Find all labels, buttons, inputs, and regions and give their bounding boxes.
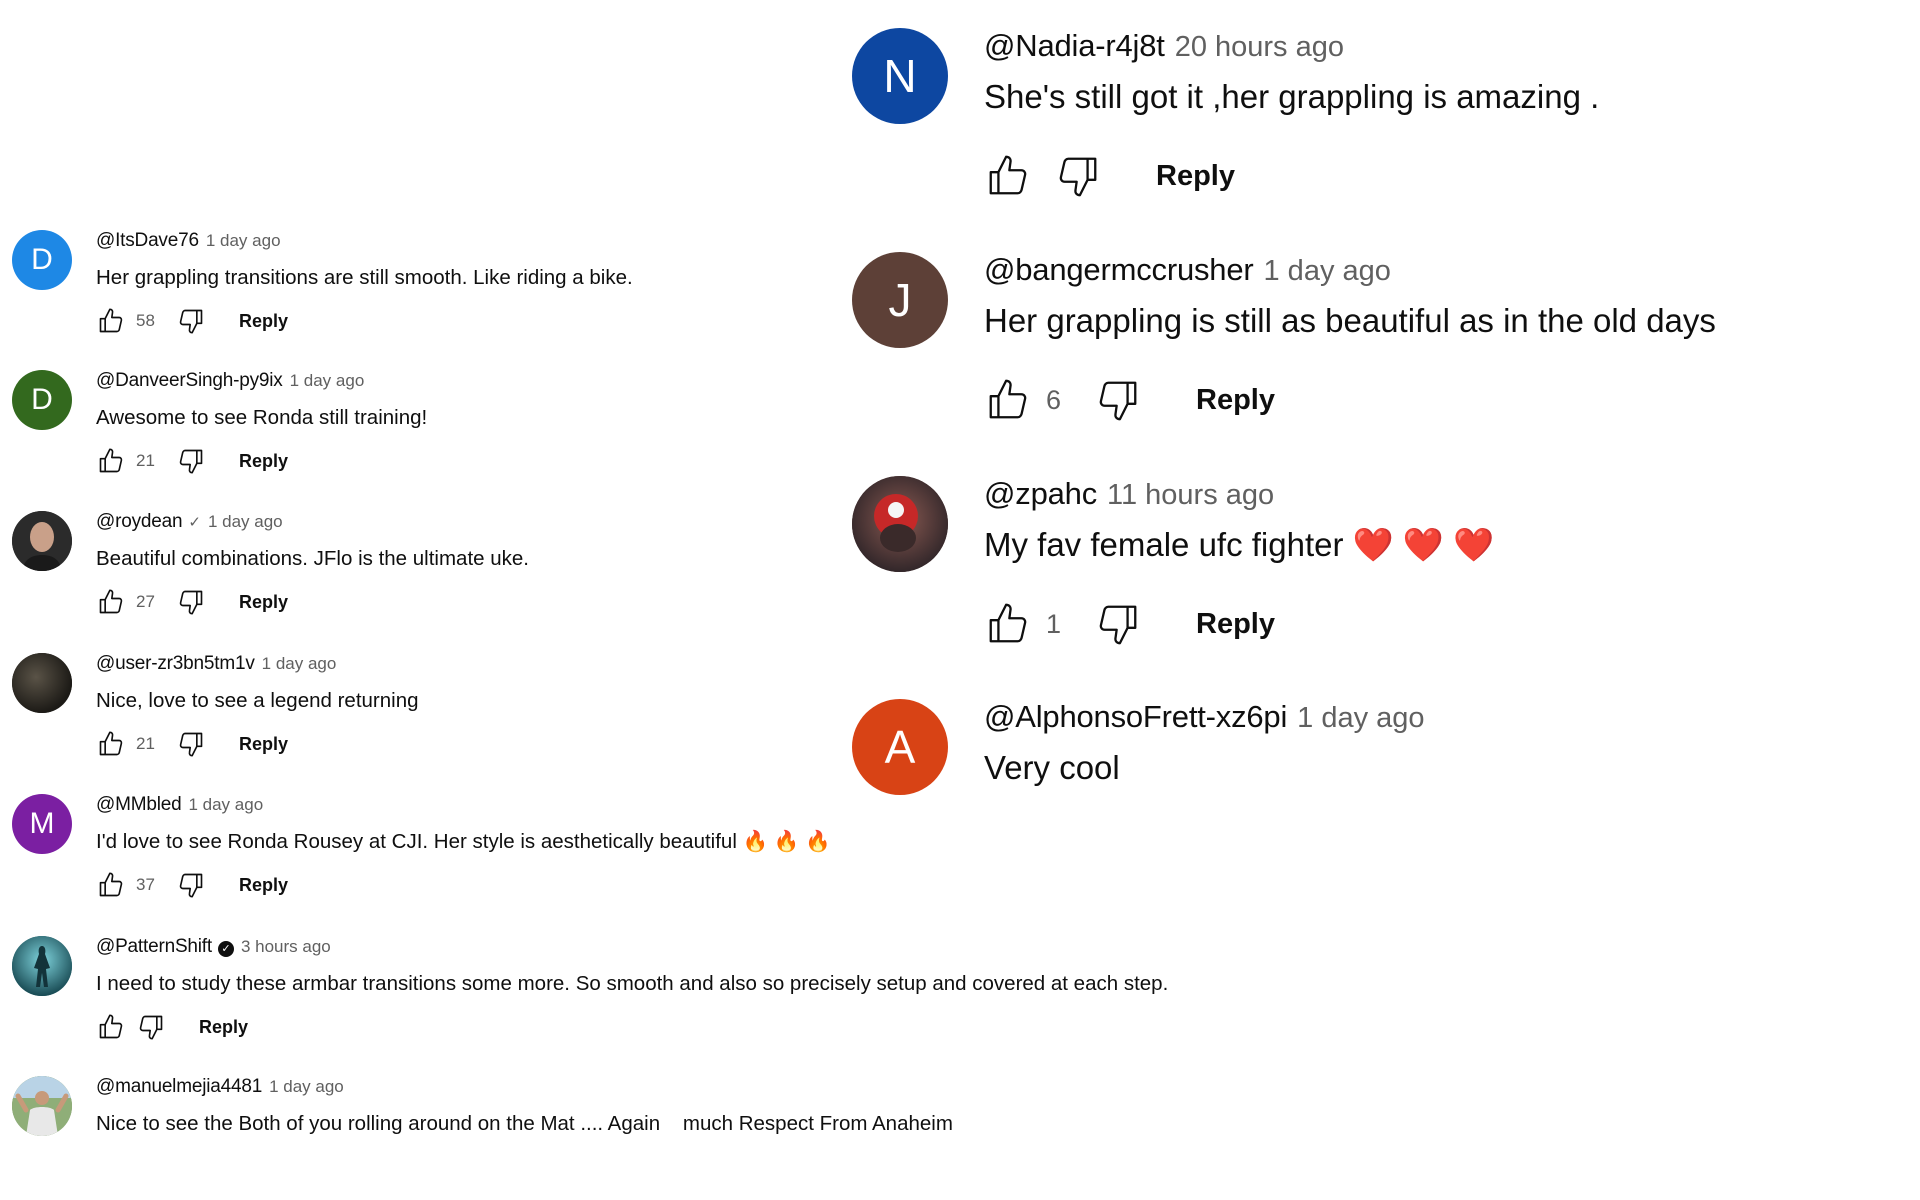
- reply-button[interactable]: Reply: [1196, 608, 1275, 641]
- comment-text: My fav female ufc fighter: [984, 526, 1344, 563]
- thumb-up-icon[interactable]: [96, 871, 126, 899]
- comment-time[interactable]: 1 day ago: [206, 231, 281, 251]
- verified-check-icon: ✓: [188, 514, 201, 531]
- avatar[interactable]: D: [12, 230, 72, 290]
- comment-text: Nice to see the Both of you rolling arou…: [96, 1112, 953, 1135]
- like-count: 21: [136, 734, 155, 753]
- comment-author[interactable]: @MMbled: [96, 794, 182, 816]
- comment-author[interactable]: @bangermccrusher: [984, 252, 1254, 288]
- thumb-down-icon[interactable]: [1094, 377, 1142, 423]
- comment-text: She's still got it ,her grappling is ama…: [984, 78, 1600, 115]
- like-count: 37: [136, 875, 155, 894]
- thumb-up-icon[interactable]: [96, 307, 126, 335]
- thumb-down-icon[interactable]: [1094, 601, 1142, 647]
- thumb-down-icon[interactable]: [136, 1013, 166, 1041]
- avatar[interactable]: A: [852, 699, 948, 795]
- comment-time[interactable]: 1 day ago: [1264, 255, 1391, 288]
- thumb-up-icon[interactable]: [984, 377, 1032, 423]
- avatar[interactable]: [12, 1076, 72, 1136]
- comment-time[interactable]: 1 day ago: [208, 512, 283, 532]
- avatar[interactable]: [12, 511, 72, 571]
- avatar[interactable]: N: [852, 28, 948, 124]
- thumb-up-icon[interactable]: [96, 588, 126, 616]
- comment-author[interactable]: @DanveerSingh-py9ix: [96, 370, 283, 392]
- like-count: 58: [136, 311, 155, 330]
- comment-time[interactable]: 11 hours ago: [1107, 479, 1274, 512]
- reply-button[interactable]: Reply: [1156, 160, 1235, 193]
- avatar[interactable]: [12, 653, 72, 713]
- avatar[interactable]: J: [852, 252, 948, 348]
- comment-time[interactable]: 1 day ago: [262, 654, 337, 674]
- thumb-up-icon[interactable]: [96, 447, 126, 475]
- comment-text: Her grappling is still as beautiful as i…: [984, 302, 1716, 339]
- comment-time[interactable]: 1 day ago: [290, 371, 365, 391]
- thumb-down-icon[interactable]: [176, 730, 206, 758]
- like-count: 1: [1046, 608, 1062, 639]
- reply-button[interactable]: Reply: [239, 875, 288, 896]
- comment-time[interactable]: 1 day ago: [1297, 702, 1424, 735]
- comment-author[interactable]: @PatternShift: [96, 936, 212, 958]
- thumb-down-icon[interactable]: [176, 307, 206, 335]
- thumb-down-icon[interactable]: [176, 447, 206, 475]
- thumb-up-icon[interactable]: [984, 601, 1032, 647]
- reply-button[interactable]: Reply: [239, 311, 288, 332]
- comment-author[interactable]: @user-zr3bn5tm1v: [96, 653, 255, 675]
- comment-text: I'd love to see Ronda Rousey at CJI. Her…: [96, 830, 737, 853]
- fire-emoji: 🔥 🔥 🔥: [742, 830, 831, 853]
- like-count: 6: [1046, 384, 1062, 415]
- thumb-up-icon[interactable]: [984, 153, 1032, 199]
- comment-text: Nice, love to see a legend returning: [96, 689, 419, 712]
- avatar[interactable]: [12, 936, 72, 996]
- avatar[interactable]: M: [12, 794, 72, 854]
- comment-text: Very cool: [984, 749, 1120, 786]
- comment-author[interactable]: @manuelmejia4481: [96, 1076, 262, 1098]
- comment-text: Awesome to see Ronda still training!: [96, 406, 428, 429]
- comment-text: Her grappling transitions are still smoo…: [96, 266, 633, 289]
- like-count: 27: [136, 592, 155, 611]
- comment-author[interactable]: @Nadia-r4j8t: [984, 28, 1165, 64]
- comment-author[interactable]: @AlphonsoFrett-xz6pi: [984, 699, 1287, 735]
- verified-check-icon: ✓: [217, 940, 234, 957]
- reply-button[interactable]: Reply: [239, 592, 288, 613]
- heart-emoji: ❤️ ❤️ ❤️: [1352, 526, 1495, 563]
- comment-text: Beautiful combinations. JFlo is the ulti…: [96, 547, 529, 570]
- reply-button[interactable]: Reply: [239, 451, 288, 472]
- reply-button[interactable]: Reply: [239, 734, 288, 755]
- reply-button[interactable]: Reply: [1196, 384, 1275, 417]
- comment-text: I need to study these armbar transitions…: [96, 972, 1169, 995]
- comment-time[interactable]: 1 day ago: [188, 795, 263, 815]
- comment-time[interactable]: 20 hours ago: [1175, 31, 1344, 64]
- comment-time[interactable]: 3 hours ago: [241, 937, 331, 957]
- comment-author[interactable]: @roydean: [96, 511, 183, 533]
- like-count: 21: [136, 451, 155, 470]
- avatar[interactable]: [852, 476, 948, 572]
- avatar[interactable]: D: [12, 370, 72, 430]
- thumb-down-icon[interactable]: [176, 871, 206, 899]
- comment-author[interactable]: @ItsDave76: [96, 230, 199, 252]
- comment-time[interactable]: 1 day ago: [269, 1077, 344, 1097]
- thumb-down-icon[interactable]: [176, 588, 206, 616]
- thumb-up-icon[interactable]: [96, 730, 126, 758]
- thumb-up-icon[interactable]: [96, 1013, 126, 1041]
- reply-button[interactable]: Reply: [199, 1017, 248, 1038]
- comment-author[interactable]: @zpahc: [984, 476, 1097, 512]
- thumb-down-icon[interactable]: [1054, 153, 1102, 199]
